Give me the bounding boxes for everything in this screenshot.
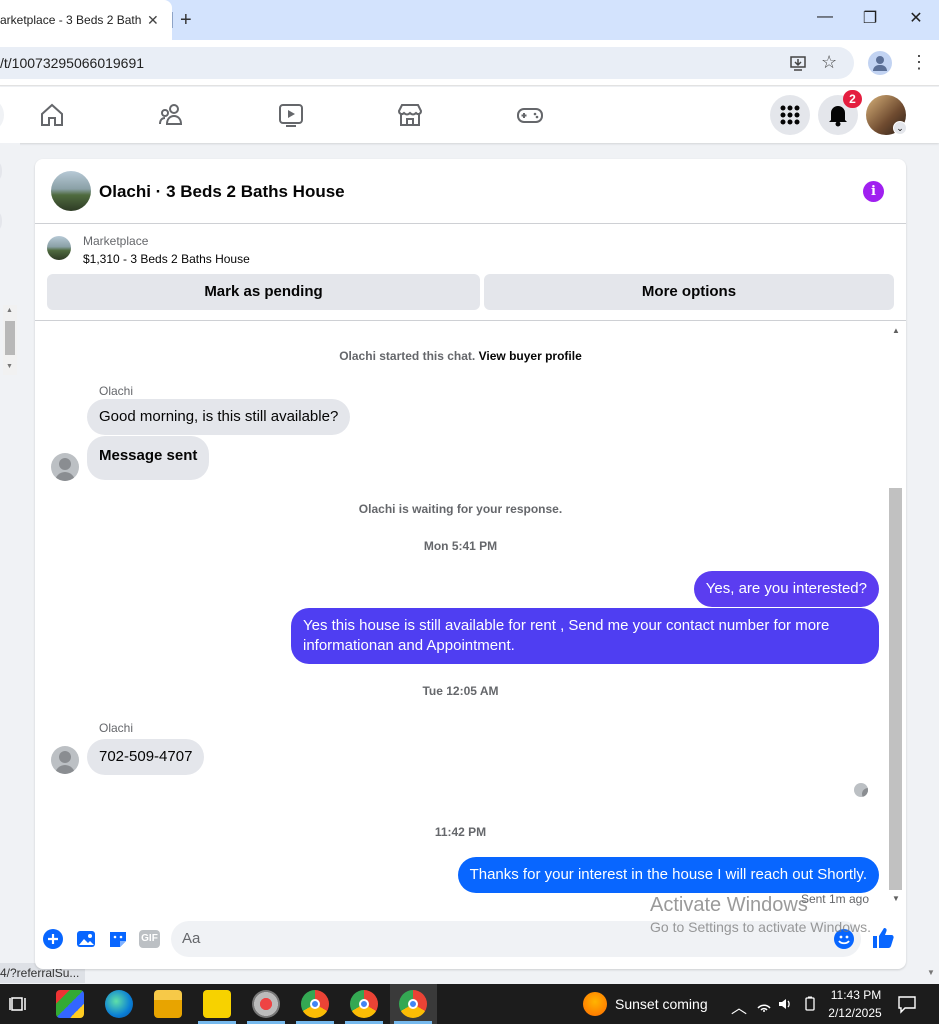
minimize-button[interactable]: —: [810, 8, 840, 32]
sticky-notes-icon[interactable]: [203, 990, 231, 1018]
clock-time[interactable]: 11:43 PM: [830, 988, 882, 1002]
info-icon[interactable]: i: [863, 181, 884, 202]
header-divider: [35, 223, 906, 224]
notification-badge: 2: [843, 90, 862, 108]
waiting-status: Olachi is waiting for your response.: [358, 502, 563, 516]
attach-photo-icon[interactable]: [75, 928, 97, 950]
account-chevron-down-icon[interactable]: ⌄: [893, 121, 907, 135]
message-bubble-sent[interactable]: Yes, are you interested?: [693, 571, 879, 607]
volume-icon[interactable]: [777, 996, 793, 1012]
chat-scrollbar-thumb[interactable]: [889, 488, 902, 890]
profile-icon[interactable]: [868, 51, 892, 75]
tab-close-icon[interactable]: ✕: [147, 12, 159, 29]
activate-windows-subtitle: Go to Settings to activate Windows.: [650, 919, 871, 935]
timestamp: Mon 5:41 PM: [423, 539, 498, 553]
url-text[interactable]: /t/10073295066019691: [0, 55, 144, 71]
listing-divider: [35, 320, 906, 321]
sender-avatar[interactable]: [51, 746, 79, 774]
mark-as-pending-button[interactable]: Mark as pending: [47, 274, 480, 310]
battery-icon[interactable]: [802, 996, 818, 1012]
message-bubble-sent[interactable]: Yes this house is still available for re…: [291, 608, 879, 664]
menu-grid-button[interactable]: [770, 95, 810, 135]
paint-app-icon[interactable]: [252, 990, 280, 1018]
sidebar-scrollbar[interactable]: ▲ ▼: [3, 305, 17, 375]
message-input-placeholder: Aa: [182, 930, 201, 947]
sent-status: Sent 1m ago: [800, 892, 869, 906]
windows-taskbar: [0, 984, 939, 1024]
close-window-button[interactable]: ✕: [901, 8, 931, 32]
tab-title: arketplace - 3 Beds 2 Bath: [0, 13, 142, 27]
sender-avatar[interactable]: [51, 453, 79, 481]
notification-center-icon[interactable]: [897, 994, 917, 1014]
like-thumbs-up-icon[interactable]: [871, 926, 895, 950]
tray-chevron-up-icon[interactable]: ︿: [731, 994, 747, 1018]
wifi-icon[interactable]: [756, 996, 772, 1012]
grid-icon: [780, 105, 800, 125]
tab-separator: [172, 12, 173, 28]
sticker-icon[interactable]: [107, 928, 129, 950]
page-scroll-down-icon[interactable]: ▼: [927, 968, 935, 977]
activate-windows-title: Activate Windows: [650, 894, 808, 916]
chrome-profile-b-icon[interactable]: [350, 990, 378, 1018]
chrome-profile-a-icon[interactable]: [301, 990, 329, 1018]
timestamp: Tue 12:05 AM: [422, 684, 499, 698]
listing-source: Marketplace: [83, 234, 149, 248]
message-bubble-received[interactable]: Good morning, is this still available?: [87, 399, 351, 435]
chat-title[interactable]: Olachi · 3 Beds 2 Baths House: [99, 182, 345, 202]
sender-name: Olachi: [99, 721, 134, 735]
chat-avatar[interactable]: [51, 171, 91, 211]
home-icon[interactable]: [37, 100, 67, 130]
watch-video-icon[interactable]: [276, 100, 306, 130]
message-bubble-sent[interactable]: Thanks for your interest in the house I …: [457, 857, 879, 893]
clock-date[interactable]: 2/12/2025: [825, 1006, 885, 1020]
view-buyer-profile-link[interactable]: View buyer profile: [479, 349, 582, 363]
weather-text[interactable]: Sunset coming: [615, 996, 708, 1012]
task-view-icon[interactable]: [9, 994, 29, 1014]
file-explorer-icon[interactable]: [154, 990, 182, 1018]
gaming-icon[interactable]: [515, 100, 545, 130]
new-tab-button[interactable]: +: [180, 9, 192, 32]
gif-button[interactable]: GIF: [139, 930, 160, 948]
timestamp: 11:42 PM: [434, 825, 487, 839]
install-app-icon[interactable]: [789, 54, 807, 72]
message-bubble-received[interactable]: 702-509-4707: [87, 739, 205, 775]
chat-started-text: Olachi started this chat.: [339, 349, 476, 363]
chat-started-note: Olachi started this chat. View buyer pro…: [35, 349, 886, 363]
marketplace-icon[interactable]: [395, 100, 425, 130]
app-icon-colorful[interactable]: [56, 990, 84, 1018]
more-options-button[interactable]: More options: [484, 274, 894, 310]
browser-menu-icon[interactable]: ⋮: [910, 52, 928, 73]
chat-card: Olachi · 3 Beds 2 Baths House i Marketpl…: [35, 159, 906, 969]
chat-scrollbar[interactable]: ▲ ▼: [887, 324, 904, 906]
edge-browser-icon[interactable]: [105, 990, 133, 1018]
listing-thumbnail[interactable]: [47, 236, 71, 260]
sender-name: Olachi: [99, 384, 134, 398]
add-more-icon[interactable]: [42, 928, 64, 950]
weather-sunset-icon[interactable]: [583, 992, 607, 1016]
friends-icon[interactable]: [157, 100, 187, 130]
chrome-profile-c-icon[interactable]: [399, 990, 427, 1018]
maximize-button[interactable]: ❐: [855, 8, 885, 32]
seen-avatar: [854, 783, 868, 797]
bookmark-star-icon[interactable]: ☆: [821, 52, 837, 73]
left-sidebar-fragment: [0, 143, 20, 963]
message-bubble-received[interactable]: Message sent: [87, 436, 210, 480]
listing-title[interactable]: $1,310 - 3 Beds 2 Baths House: [83, 252, 250, 266]
